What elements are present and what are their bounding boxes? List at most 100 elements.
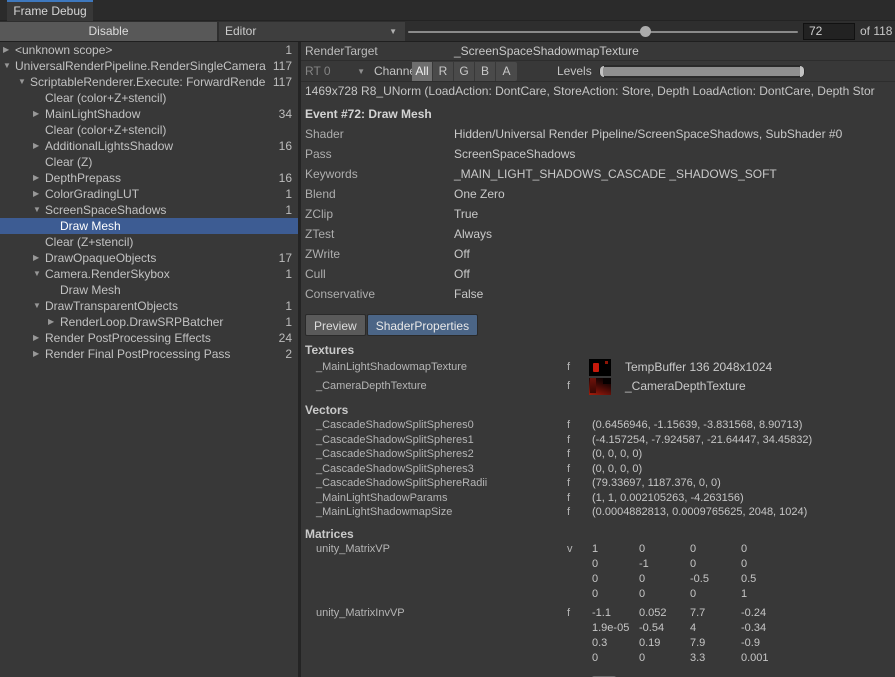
texture-value: _CameraDepthTexture: [625, 379, 746, 393]
target-dropdown-value: Editor: [225, 24, 256, 38]
channel-button[interactable]: All: [412, 62, 433, 81]
tree-row[interactable]: ▶ RenderLoop.DrawSRPBatcher 1: [0, 314, 298, 330]
tree-row[interactable]: ▼ Camera.RenderSkybox 1: [0, 266, 298, 282]
texture-thumbnail[interactable]: [589, 378, 611, 395]
matrix-cell: 4: [690, 621, 741, 636]
tree-expand-arrow-icon[interactable]: ▼: [18, 74, 30, 90]
tree-expand-arrow-icon[interactable]: ▶: [48, 314, 60, 330]
vector-row: _CascadeShadowSplitSpheres1 f (-4.157254…: [301, 433, 895, 448]
tree-expand-arrow-icon[interactable]: ▼: [33, 202, 45, 218]
frame-number-input[interactable]: 72: [803, 23, 855, 40]
tree-expand-arrow-icon[interactable]: ▶: [33, 346, 45, 362]
toolbar: Disable Editor ▼ 72 of 118: [0, 21, 895, 42]
matrix-cell: 0.001: [741, 651, 769, 666]
vector-name: _MainLightShadowmapSize: [316, 505, 452, 520]
matrix-cell: 0: [592, 572, 639, 587]
tree-row[interactable]: Clear (Z+stencil): [0, 234, 298, 250]
vector-row: _MainLightShadowParams f (1, 1, 0.002105…: [301, 491, 895, 506]
tree-row[interactable]: ▼ DrawTransparentObjects 1: [0, 298, 298, 314]
tree-row[interactable]: Clear (color+Z+stencil): [0, 122, 298, 138]
frame-slider-track[interactable]: [408, 31, 798, 33]
vector-value: (0.6456946, -1.15639, -3.831568, 8.90713…: [592, 418, 802, 433]
matrix-cell: 1.9e-05: [592, 621, 639, 636]
vector-row: _CascadeShadowSplitSpheres3 f (0, 0, 0, …: [301, 462, 895, 477]
tree-row-label: DrawOpaqueObjects: [45, 250, 275, 266]
vector-value: (-4.157254, -7.924587, -21.64447, 34.458…: [592, 433, 812, 448]
matrix-values: -1.10.0527.7-0.241.9e-05-0.544-0.340.30.…: [592, 606, 769, 666]
matrix-cell: 0: [690, 542, 741, 557]
tree-row[interactable]: ▼ ScreenSpaceShadows 1: [0, 202, 298, 218]
tree-expand-arrow-icon[interactable]: ▶: [33, 250, 45, 266]
channel-button[interactable]: B: [475, 62, 496, 81]
tree-row[interactable]: ▶ DrawOpaqueObjects 17: [0, 250, 298, 266]
tree-expand-arrow-icon[interactable]: ▶: [33, 106, 45, 122]
tree-row[interactable]: ▼ UniversalRenderPipeline.RenderSingleCa…: [0, 58, 298, 74]
render-target-row: RenderTarget _ScreenSpaceShadowmapTextur…: [301, 42, 895, 61]
tree-expand-arrow-icon[interactable]: ▶: [3, 42, 15, 58]
property-row: Conservative False: [301, 284, 895, 304]
tree-row[interactable]: Draw Mesh: [0, 282, 298, 298]
tree-row-count: 2: [281, 346, 298, 362]
preview-tab-button[interactable]: Preview: [305, 314, 366, 336]
tree-expand-arrow-icon[interactable]: ▶: [33, 138, 45, 154]
tree-row[interactable]: Draw Mesh: [0, 218, 298, 234]
tree-expand-arrow-icon[interactable]: ▼: [33, 298, 45, 314]
preview-tab-button[interactable]: ShaderProperties: [367, 314, 478, 336]
rt-index-dropdown[interactable]: RT 0 ▼: [305, 61, 367, 82]
target-dropdown[interactable]: Editor ▼: [219, 22, 405, 41]
texture-thumbnail[interactable]: [589, 359, 611, 376]
tree-row[interactable]: ▶ Render PostProcessing Effects 24: [0, 330, 298, 346]
tree-expand-arrow-icon[interactable]: ▶: [33, 186, 45, 202]
matrix-type: f: [567, 606, 570, 621]
vector-type: f: [567, 418, 570, 433]
tree-row[interactable]: ▶ DepthPrepass 16: [0, 170, 298, 186]
tree-expand-arrow-icon[interactable]: ▼: [3, 58, 15, 74]
tree-row[interactable]: Clear (Z): [0, 154, 298, 170]
matrix-cell: -1.1: [592, 606, 639, 621]
vector-row: _MainLightShadowmapSize f (0.0004882813,…: [301, 505, 895, 520]
event-tree-panel: ▶ <unknown scope> 1 ▼ UniversalRenderPip…: [0, 42, 298, 677]
tree-row[interactable]: ▶ ColorGradingLUT 1: [0, 186, 298, 202]
property-value: One Zero: [454, 184, 505, 204]
tree-expand-arrow-icon[interactable]: ▶: [33, 170, 45, 186]
frame-slider-thumb[interactable]: [640, 26, 651, 37]
tree-row[interactable]: ▶ Render Final PostProcessing Pass 2: [0, 346, 298, 362]
vector-row: _CascadeShadowSplitSpheres2 f (0, 0, 0, …: [301, 447, 895, 462]
matrix-cell: -0.34: [741, 621, 769, 636]
tree-row[interactable]: Clear (color+Z+stencil): [0, 90, 298, 106]
tree-row-label: Draw Mesh: [60, 282, 288, 298]
channel-button[interactable]: A: [496, 62, 517, 81]
matrix-cell: 0: [592, 651, 639, 666]
channel-button[interactable]: R: [433, 62, 454, 81]
frame-slider[interactable]: [408, 21, 798, 42]
tree-row[interactable]: ▼ ScriptableRenderer.Execute: ForwardRen…: [0, 74, 298, 90]
vector-row: _CascadeShadowSplitSpheres0 f (0.6456946…: [301, 418, 895, 433]
matrix-cell: 0.052: [639, 606, 690, 621]
tree-expand-arrow-icon[interactable]: ▼: [33, 266, 45, 282]
vector-name: _CascadeShadowSplitSphereRadii: [316, 476, 487, 491]
chevron-down-icon: ▼: [357, 61, 365, 82]
tree-row-count: 1: [281, 202, 298, 218]
tree-row-label: Clear (color+Z+stencil): [45, 90, 288, 106]
levels-minmax-slider[interactable]: [599, 65, 805, 78]
texture-name: _CameraDepthTexture: [316, 380, 427, 392]
levels-max-handle[interactable]: [800, 66, 804, 77]
channel-button[interactable]: G: [454, 62, 475, 81]
tree-expand-arrow-icon[interactable]: ▶: [33, 330, 45, 346]
tree-row-count: 1: [281, 266, 298, 282]
textures-section-header: Textures: [301, 342, 895, 358]
vector-value: (79.33697, 1187.376, 0, 0): [592, 476, 721, 491]
tree-row[interactable]: ▶ MainLightShadow 34: [0, 106, 298, 122]
tab-frame-debug[interactable]: Frame Debug: [7, 0, 93, 21]
tree-row[interactable]: ▶ <unknown scope> 1: [0, 42, 298, 58]
disable-button[interactable]: Disable: [0, 22, 217, 41]
tree-row-count: 1: [281, 298, 298, 314]
levels-range-fill[interactable]: [603, 67, 801, 76]
rt-toolbar: RT 0 ▼ Channels All R G B A Levels: [301, 61, 895, 82]
tree-row[interactable]: ▶ AdditionalLightsShadow 16: [0, 138, 298, 154]
property-label: Cull: [305, 264, 326, 284]
levels-label: Levels: [557, 61, 592, 82]
matrix-cell: -0.54: [639, 621, 690, 636]
matrix-cell: -0.9: [741, 636, 769, 651]
tree-row-count: 117: [269, 58, 298, 74]
